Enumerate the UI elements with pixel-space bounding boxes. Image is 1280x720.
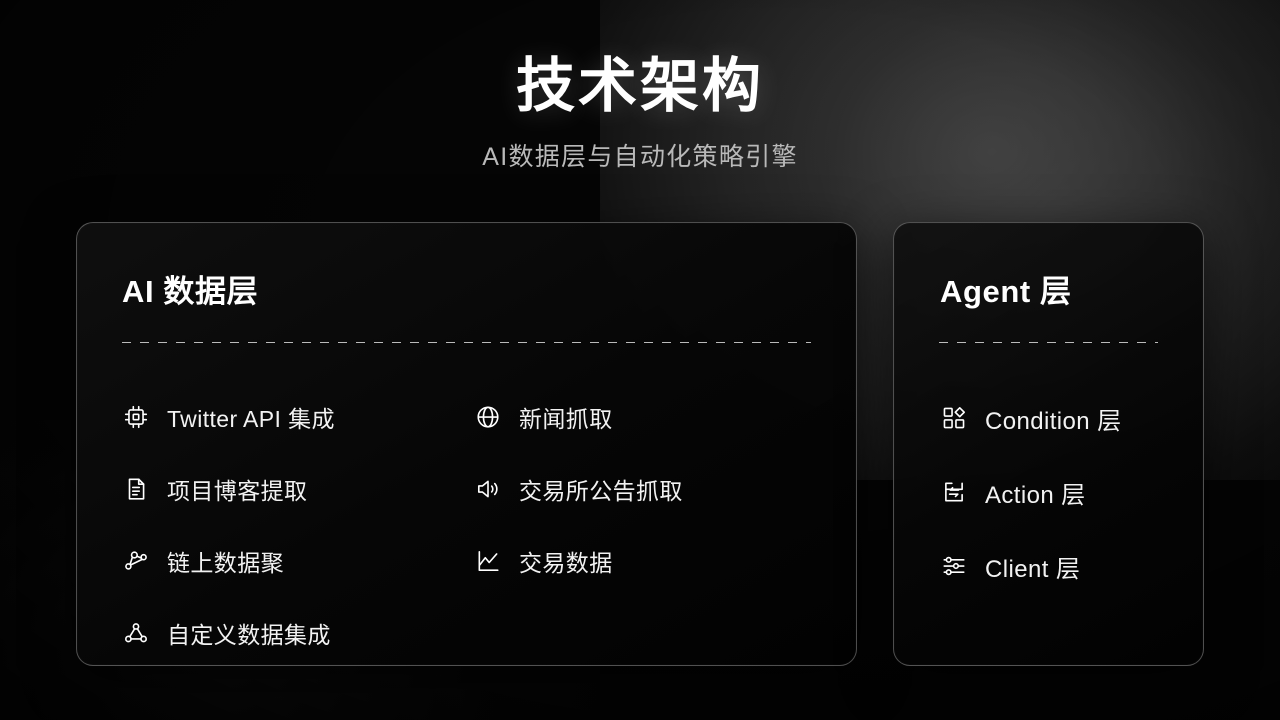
list-item[interactable]: Twitter API 集成 — [122, 381, 474, 453]
layout-blocks-icon — [940, 404, 968, 432]
list-item[interactable]: 链上数据聚 — [122, 525, 474, 597]
feature-column-right: 新闻抓取 交易所公告抓取 交易数据 — [474, 381, 826, 669]
feature-list-agent-layer: Condition 层 Action 层 Client 层 — [940, 381, 1181, 603]
swap-box-icon — [940, 478, 968, 506]
network-nodes-icon — [122, 547, 150, 575]
globe-icon — [474, 403, 502, 431]
list-item-label: 新闻抓取 — [519, 406, 613, 432]
list-item[interactable]: 自定义数据集成 — [122, 597, 474, 669]
card-title-agent-layer: Agent 层 — [940, 274, 1072, 309]
list-item-label: 交易所公告抓取 — [519, 478, 683, 504]
list-item[interactable]: 项目博客提取 — [122, 453, 474, 525]
list-item-label: Client 层 — [985, 555, 1081, 583]
sliders-icon — [940, 552, 968, 580]
list-item-label: Twitter API 集成 — [167, 406, 335, 432]
line-chart-icon — [474, 547, 502, 575]
card-agent-layer: Agent 层 Condition 层 Action 层 Client 层 — [893, 222, 1204, 666]
list-item-label: 项目博客提取 — [167, 478, 308, 504]
list-item[interactable]: 新闻抓取 — [474, 381, 826, 453]
list-item-label: Condition 层 — [985, 407, 1122, 435]
list-item-label: 交易数据 — [519, 550, 613, 576]
list-item[interactable]: 交易数据 — [474, 525, 826, 597]
list-item[interactable]: Client 层 — [940, 529, 1181, 603]
page-title: 技术架构 — [515, 53, 764, 119]
feature-column-left: Twitter API 集成 项目博客提取 链上数据聚 自定义数据集成 — [122, 381, 474, 669]
megaphone-icon — [474, 475, 502, 503]
list-item-label: 自定义数据集成 — [167, 622, 331, 648]
slide-header: 技术架构 AI数据层与自动化策略引擎 — [0, 0, 1280, 173]
feature-list-ai-data-layer: Twitter API 集成 项目博客提取 链上数据聚 自定义数据集成 新闻抓取… — [122, 381, 826, 669]
cpu-icon — [122, 403, 150, 431]
card-ai-data-layer: AI 数据层 Twitter API 集成 项目博客提取 链上数据聚 自定义数据… — [76, 222, 857, 666]
list-item[interactable]: Condition 层 — [940, 381, 1181, 455]
card-divider — [939, 342, 1158, 343]
list-item[interactable]: 交易所公告抓取 — [474, 453, 826, 525]
feature-column: Condition 层 Action 层 Client 层 — [940, 381, 1181, 603]
page-subtitle: AI数据层与自动化策略引擎 — [482, 142, 798, 171]
list-item-label: Action 层 — [985, 481, 1086, 509]
triangle-nodes-icon — [122, 619, 150, 647]
slide-canvas: 技术架构 AI数据层与自动化策略引擎 AI 数据层 Twitter API 集成 — [0, 0, 1280, 720]
list-item[interactable]: Action 层 — [940, 455, 1181, 529]
card-title-ai-data-layer: AI 数据层 — [122, 274, 259, 309]
document-icon — [122, 475, 150, 503]
list-item-label: 链上数据聚 — [167, 550, 284, 576]
card-divider — [122, 342, 811, 343]
